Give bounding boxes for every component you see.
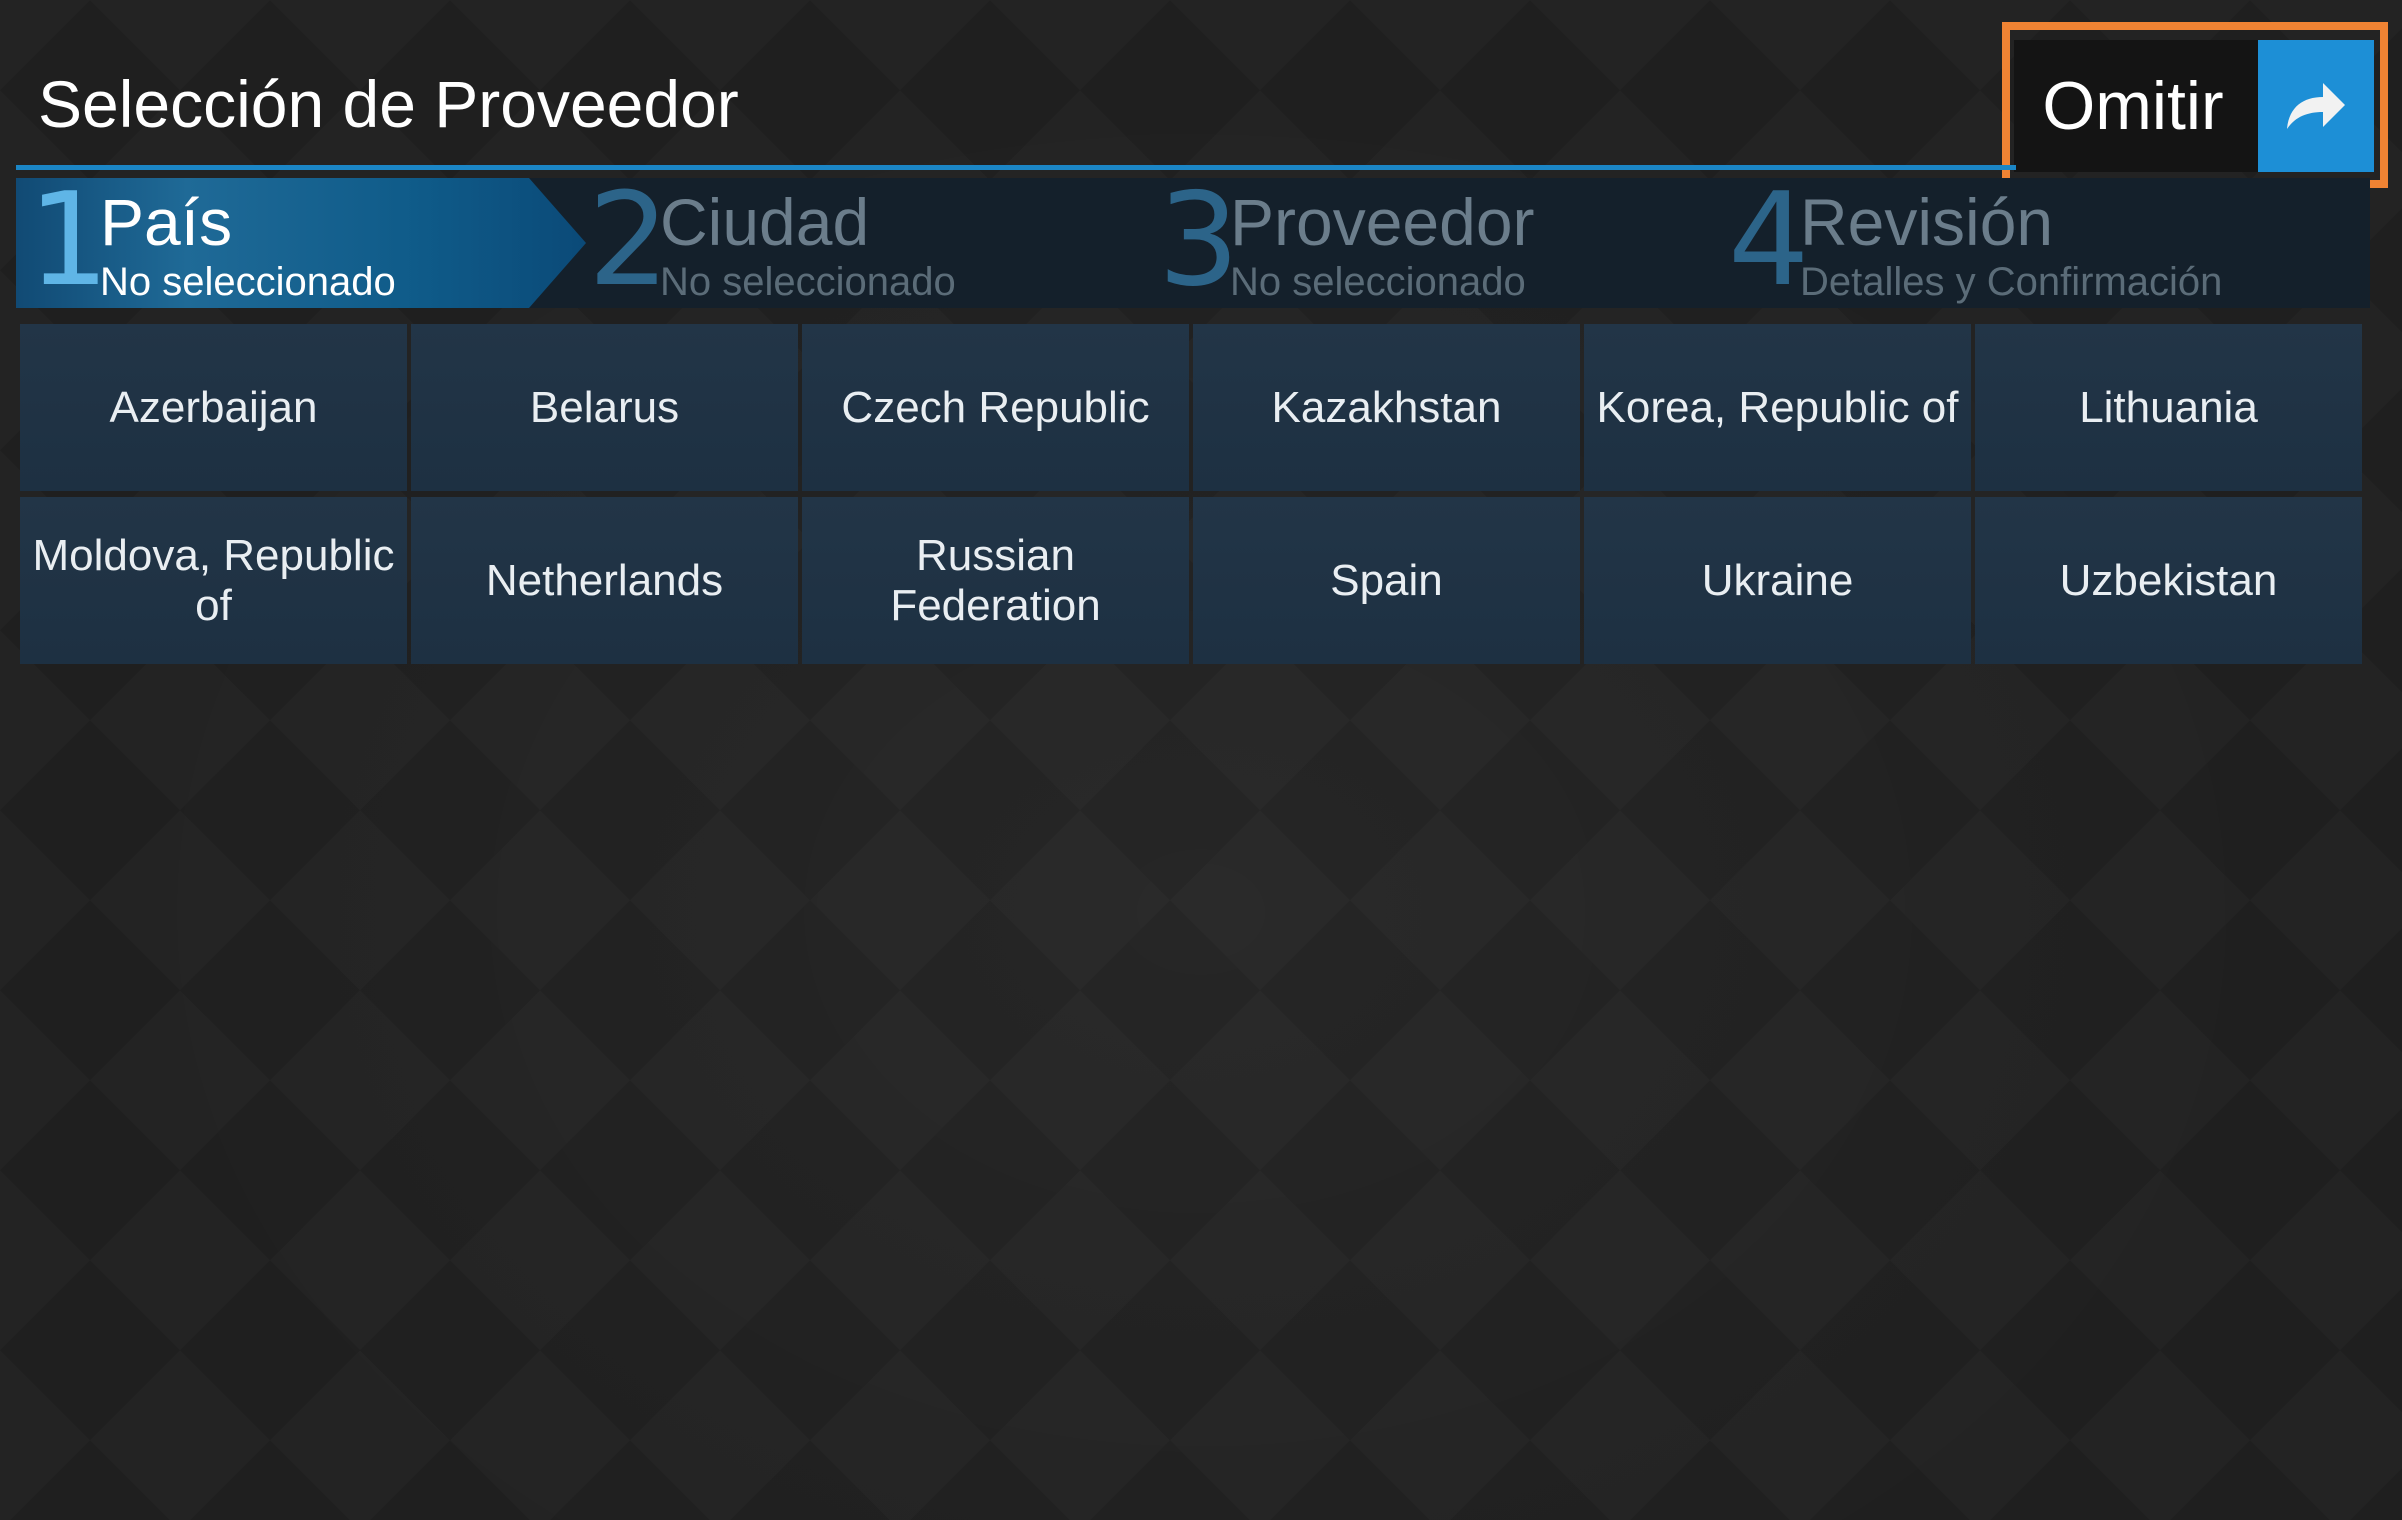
step-title: Revisión [1800,185,2054,259]
step-number: 1 [28,178,109,308]
header: Selección de Proveedor Omitir [0,0,2402,188]
country-tile[interactable]: Uzbekistan [1975,497,2362,664]
country-label: Belarus [529,382,680,432]
country-label: Netherlands [485,555,724,605]
country-label: Korea, Republic of [1596,382,1959,432]
country-label: Azerbaijan [109,382,318,432]
country-label: Czech Republic [841,382,1150,432]
country-tile[interactable]: Kazakhstan [1193,324,1580,491]
country-label: Russian Federation [890,530,1101,630]
country-label: Ukraine [1701,555,1854,605]
step-subtitle: No seleccionado [1230,260,1526,304]
skip-button[interactable]: Omitir [2014,40,2374,172]
country-tile[interactable]: Azerbaijan [20,324,407,491]
country-label: Spain [1330,555,1443,605]
country-label: Moldova, Republic of [32,530,395,630]
country-tile[interactable]: Belarus [411,324,798,491]
country-tile[interactable]: Moldova, Republic of [20,497,407,664]
country-tile[interactable]: Korea, Republic of [1584,324,1971,491]
step-subtitle: Detalles y Confirmación [1800,260,2223,304]
country-label: Kazakhstan [1271,382,1502,432]
header-divider [16,165,2016,170]
step-number: 4 [1728,178,1809,308]
step-number: 3 [1158,178,1239,308]
arrow-right-icon [2258,40,2374,172]
country-tile[interactable]: Russian Federation [802,497,1189,664]
country-tile[interactable]: Lithuania [1975,324,2362,491]
country-tile[interactable]: Czech Republic [802,324,1189,491]
step-title: País [100,185,233,259]
skip-label: Omitir [2042,68,2224,144]
country-grid: Azerbaijan Belarus Czech Republic Kazakh… [20,324,2366,664]
country-tile[interactable]: Netherlands [411,497,798,664]
country-tile[interactable]: Spain [1193,497,1580,664]
step-subtitle: No seleccionado [100,260,396,304]
step-title: Ciudad [660,185,870,259]
step-indicator: 1 País No seleccionado 2 Ciudad No selec… [16,178,2370,308]
country-tile[interactable]: Ukraine [1584,497,1971,664]
step-subtitle: No seleccionado [660,260,956,304]
country-label: Lithuania [2079,382,2258,432]
step-number: 2 [588,178,669,308]
page-title: Selección de Proveedor [38,67,739,141]
step-title: Proveedor [1230,185,1535,259]
country-label: Uzbekistan [2059,555,2278,605]
